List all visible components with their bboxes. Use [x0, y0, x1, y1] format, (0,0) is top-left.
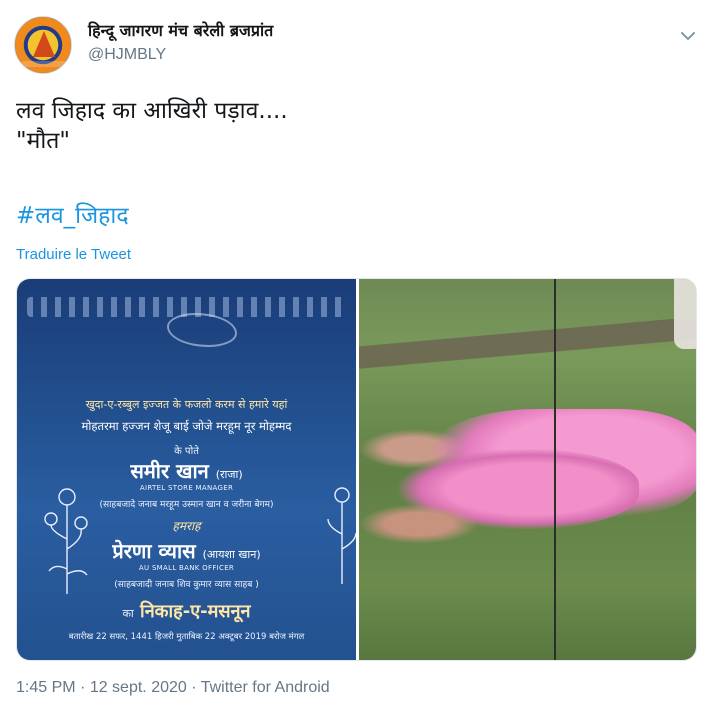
translate-tweet-link[interactable]: Traduire le Tweet	[16, 246, 131, 263]
hashtag-link[interactable]: #लव_जिहाद	[16, 201, 129, 231]
groom-nickname: (राजा)	[215, 468, 243, 481]
bride-name: प्रेरणा व्यास	[112, 539, 196, 563]
media-grid: खुदा-ए-रब्बुल इज्जत के फजलो करम से हमारे…	[16, 278, 697, 661]
date-line: बतारीख 22 सफर, 1441 हिजरी मुताबिक 22 अक्…	[68, 632, 305, 642]
avatar-ring-text	[21, 61, 67, 67]
media-image-invitation-card[interactable]: खुदा-ए-रब्बुल इज्जत के फजलो करम से हमारे…	[17, 279, 356, 660]
photo-pole	[554, 279, 556, 660]
tweet-text: लव जिहाद का आखिरी पड़ाव.... "मौत"	[16, 98, 288, 154]
tweet-date[interactable]: 12 sept. 2020	[90, 679, 187, 696]
author-handle[interactable]: @HJMBLY	[88, 44, 273, 66]
photo-rail-track	[359, 319, 696, 379]
flower-ornament-left	[44, 488, 88, 594]
tweet-time[interactable]: 1:45 PM	[16, 679, 76, 696]
tweet-header: हिन्दू जागरण मंच बरेली ब्रजप्रांत @HJMBL…	[14, 14, 704, 76]
bride-nickname: (आयशा खान)	[202, 548, 261, 561]
footer-separator: ·	[186, 679, 201, 696]
chevron-down-svg	[681, 32, 695, 40]
media-image-photo[interactable]	[359, 279, 696, 660]
card-line-3: के पोते	[174, 446, 199, 457]
author-names: हिन्दू जागरण मंच बरेली ब्रजप्रांत @HJMBL…	[88, 20, 273, 66]
tweet-source[interactable]: Twitter for Android	[201, 679, 330, 696]
calligraphy-emblem	[167, 313, 237, 347]
footer-separator: ·	[75, 679, 90, 696]
tweet: हिन्दू जागरण मंच बरेली ब्रजप्रांत @HJMBL…	[0, 0, 715, 709]
author-display-name[interactable]: हिन्दू जागरण मंच बरेली ब्रजप्रांत	[88, 20, 273, 42]
nikah-prefix: का	[122, 607, 134, 620]
photo-legs	[359, 504, 479, 544]
tweet-footer: 1:45 PM · 12 sept. 2020 · Twitter for An…	[16, 679, 330, 697]
card-line-1: खुदा-ए-रब्बुल इज्जत के फजलो करम से हमारे…	[85, 398, 288, 411]
flower-ornament-right	[327, 487, 356, 584]
card-line-2: मोहतरमा हज्जन शेजू बाई जोजे मरहूम नूर मो…	[81, 419, 292, 433]
avatar-emblem	[33, 31, 55, 57]
chevron-down-icon[interactable]	[676, 24, 700, 48]
groom-name: समीर खान	[130, 459, 209, 483]
avatar[interactable]	[14, 16, 72, 74]
photo-background-cloth	[674, 279, 696, 349]
nikah-title: निकाह-ए-मसनून	[140, 601, 251, 622]
